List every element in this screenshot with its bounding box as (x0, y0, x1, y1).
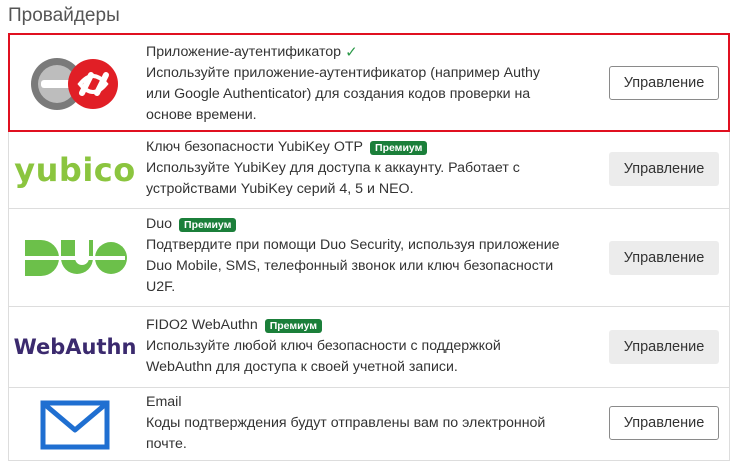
provider-desc: Duo Mobile, SMS, телефонный звонок или к… (146, 258, 554, 274)
manage-button-yubikey[interactable]: Управление (609, 152, 719, 186)
provider-row-email: Email Коды подтверждения будут отправлен… (9, 388, 729, 461)
provider-desc: почте. (146, 436, 187, 452)
provider-desc: Используйте любой ключ безопасности с по… (146, 338, 501, 354)
provider-title: Ключ безопасности YubiKey OTP (146, 139, 364, 155)
provider-row-yubikey: yubico Ключ безопасности YubiKey OTP Пре… (9, 131, 729, 209)
provider-desc: Коды подтверждения будут отправлены вам … (146, 415, 546, 431)
webauthn-logo-icon: WebAuthn (14, 317, 137, 377)
provider-title: Duo (146, 216, 173, 232)
provider-info: Email Коды подтверждения будут отправлен… (146, 392, 586, 455)
duo-logo-icon (21, 227, 129, 289)
premium-badge: Премиум (370, 140, 428, 155)
provider-title: Приложение-аутентификатор (146, 44, 342, 60)
provider-row-duo: Duo Премиум Подтвердите при помощи Duo S… (9, 209, 729, 307)
provider-desc: или Google Authenticator) для создания к… (146, 86, 531, 102)
premium-badge: Премиум (264, 318, 323, 333)
manage-button-email[interactable]: Управление (609, 406, 719, 440)
webauthn-logo-text: WebAuthn (13, 335, 137, 359)
provider-info: Ключ безопасности YubiKey OTP Премиум Ис… (146, 137, 586, 200)
manage-button-webauthn[interactable]: Управление (609, 330, 719, 364)
provider-row-authenticator: Приложение-аутентификатор ✓ Используйте … (8, 33, 730, 132)
provider-desc: Используйте YubiKey для доступа к аккаун… (146, 160, 520, 176)
provider-title: FIDO2 WebAuthn (146, 317, 258, 333)
provider-desc: основе времени. (146, 107, 257, 123)
manage-button-duo[interactable]: Управление (609, 241, 719, 275)
authenticator-logo-icon (21, 48, 129, 116)
provider-desc: Используйте приложение-аутентификатор (н… (146, 65, 540, 81)
provider-title: Email (146, 394, 182, 410)
premium-badge: Премиум (179, 217, 237, 232)
provider-desc: устройствами YubiKey серий 4, 5 и NEO. (146, 181, 414, 197)
envelope-icon (21, 394, 129, 456)
provider-desc: Подтвердите при помощи Duo Security, исп… (146, 237, 560, 253)
providers-heading: Провайдеры (8, 5, 120, 26)
manage-button-authenticator[interactable]: Управление (609, 66, 719, 100)
check-icon: ✓ (345, 44, 358, 61)
provider-info: Duo Премиум Подтвердите при помощи Duo S… (146, 214, 586, 298)
provider-desc: WebAuthn для доступа к своей учетной зап… (146, 359, 458, 375)
yubico-logo-icon: yubico (14, 141, 135, 199)
yubico-logo-text: yubico (14, 151, 136, 189)
provider-row-webauthn: WebAuthn FIDO2 WebAuthn Премиум Использу… (9, 307, 729, 388)
provider-desc: U2F. (146, 279, 176, 295)
providers-list: Приложение-аутентификатор ✓ Используйте … (8, 33, 730, 461)
provider-info: FIDO2 WebAuthn Премиум Используйте любой… (146, 315, 586, 378)
provider-info: Приложение-аутентификатор ✓ Используйте … (146, 42, 586, 126)
